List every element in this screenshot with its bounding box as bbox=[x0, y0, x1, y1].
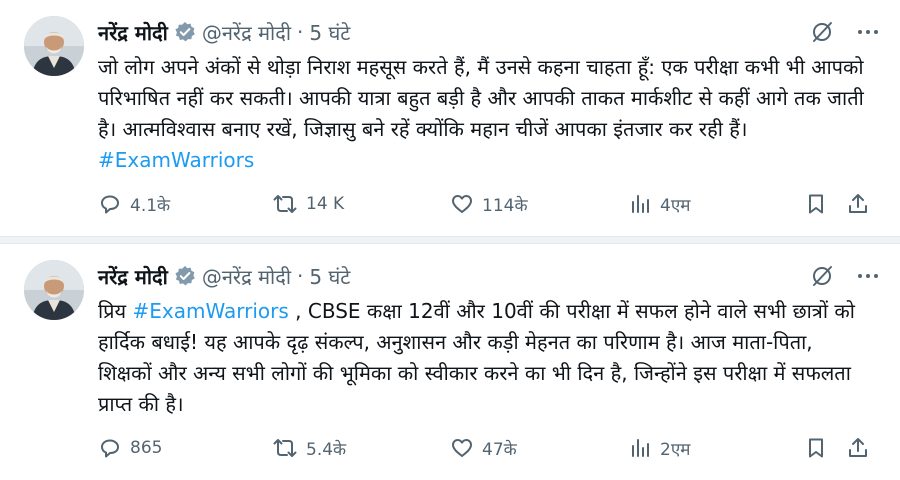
repost-icon bbox=[272, 436, 298, 460]
like-button[interactable]: 47के bbox=[450, 436, 517, 460]
tweet-header: नरेंद्र मोदी @नरेंद्र मोदी · 5 घंटे bbox=[98, 18, 350, 46]
repost-count: 14 K bbox=[306, 194, 345, 214]
tweet-actions: 4.1के 14 K 114के 4एम bbox=[98, 192, 878, 222]
views-icon bbox=[628, 436, 652, 460]
more-icon[interactable] bbox=[856, 264, 880, 288]
tweet[interactable]: नरेंद्र मोदी @नरेंद्र मोदी · 5 घंटे जो ल… bbox=[0, 0, 900, 236]
avatar[interactable] bbox=[24, 260, 84, 320]
verified-icon bbox=[174, 265, 196, 287]
hashtag-link[interactable]: #ExamWarriors bbox=[98, 148, 254, 172]
views-button[interactable]: 2एम bbox=[628, 436, 690, 460]
tweet[interactable]: नरेंद्र मोदी @नरेंद्र मोदी · 5 घंटे प्रि… bbox=[0, 244, 900, 480]
reply-count: 865 bbox=[130, 438, 163, 458]
views-count: 2एम bbox=[660, 439, 691, 460]
reply-icon bbox=[98, 436, 122, 460]
share-button[interactable] bbox=[846, 192, 870, 216]
like-icon bbox=[450, 192, 474, 216]
tweet-text-before: प्रिय bbox=[98, 299, 133, 323]
repost-count: 5.4के bbox=[306, 439, 347, 460]
share-button[interactable] bbox=[846, 436, 870, 460]
bookmark-icon bbox=[804, 436, 828, 460]
views-button[interactable]: 4एम bbox=[628, 192, 690, 216]
timestamp[interactable]: 5 घंटे bbox=[309, 263, 350, 290]
tweet-text-before: जो लोग अपने अंकों से थोड़ा निराश महसूस क… bbox=[98, 55, 864, 141]
repost-button[interactable]: 5.4के bbox=[272, 436, 346, 460]
like-button[interactable]: 114के bbox=[450, 192, 528, 216]
author-name[interactable]: नरेंद्र मोदी bbox=[98, 263, 168, 290]
tweet-actions: 865 5.4के 47के 2एम bbox=[98, 436, 878, 466]
bookmark-button[interactable] bbox=[804, 436, 828, 460]
grok-icon[interactable] bbox=[810, 20, 834, 44]
reply-button[interactable]: 4.1के bbox=[98, 192, 170, 216]
reply-button[interactable]: 865 bbox=[98, 436, 162, 460]
reply-count: 4.1के bbox=[130, 195, 171, 216]
more-icon[interactable] bbox=[856, 20, 880, 44]
timestamp[interactable]: 5 घंटे bbox=[309, 19, 350, 46]
tweet-divider bbox=[0, 236, 900, 244]
repost-button[interactable]: 14 K bbox=[272, 192, 344, 216]
tweet-text: जो लोग अपने अंकों से थोड़ा निराश महसूस क… bbox=[98, 52, 868, 176]
repost-icon bbox=[272, 192, 298, 216]
header-separator: · bbox=[297, 264, 304, 288]
views-icon bbox=[628, 192, 652, 216]
like-icon bbox=[450, 436, 474, 460]
grok-icon[interactable] bbox=[810, 264, 834, 288]
bookmark-button[interactable] bbox=[804, 192, 828, 216]
avatar[interactable] bbox=[24, 16, 84, 76]
author-handle[interactable]: @नरेंद्र मोदी bbox=[202, 19, 291, 46]
bookmark-icon bbox=[804, 192, 828, 216]
share-icon bbox=[846, 436, 870, 460]
hashtag-link[interactable]: #ExamWarriors bbox=[133, 299, 289, 323]
author-handle[interactable]: @नरेंद्र मोदी bbox=[202, 263, 291, 290]
author-name[interactable]: नरेंद्र मोदी bbox=[98, 19, 168, 46]
header-separator: · bbox=[297, 20, 304, 44]
like-count: 47के bbox=[482, 439, 517, 460]
reply-icon bbox=[98, 192, 122, 216]
like-count: 114के bbox=[482, 195, 528, 216]
views-count: 4एम bbox=[660, 195, 691, 216]
tweet-header: नरेंद्र मोदी @नरेंद्र मोदी · 5 घंटे bbox=[98, 262, 350, 290]
share-icon bbox=[846, 192, 870, 216]
tweet-text: प्रिय #ExamWarriors , CBSE कक्षा 12वीं औ… bbox=[98, 296, 868, 420]
verified-icon bbox=[174, 21, 196, 43]
